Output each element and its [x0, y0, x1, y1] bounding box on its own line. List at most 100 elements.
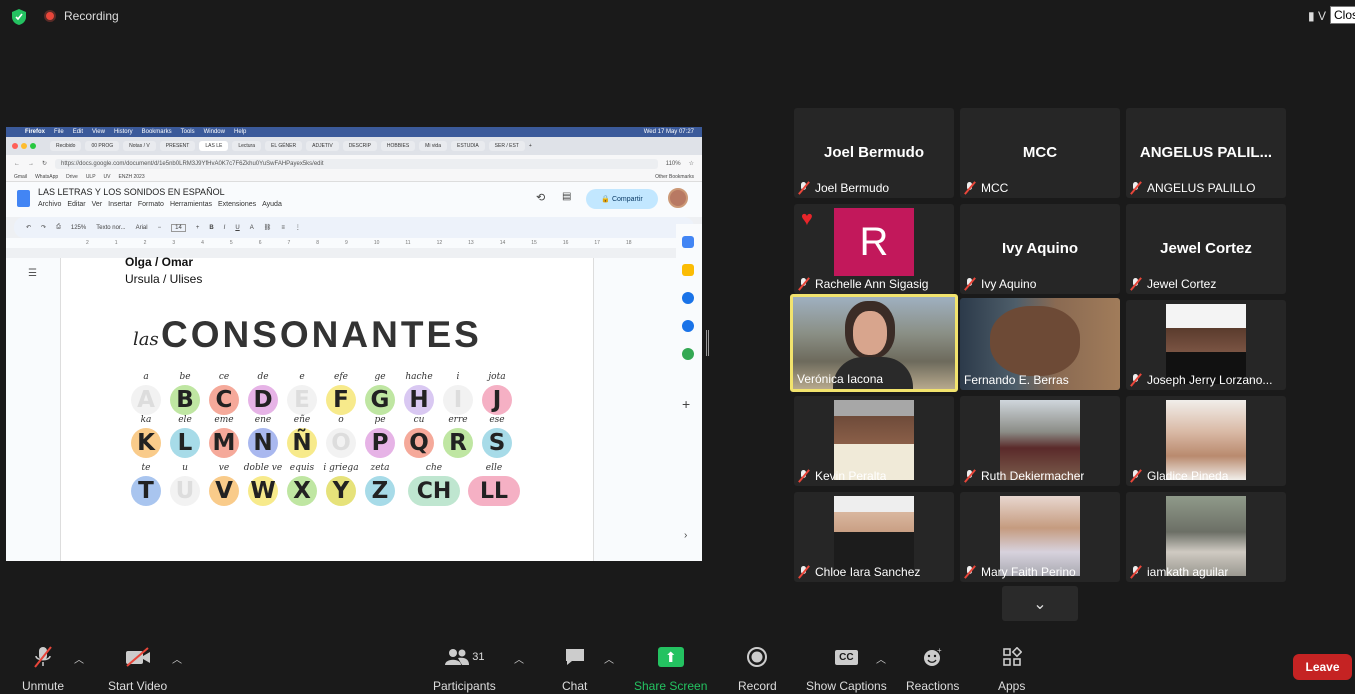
- view-icon: ▮: [1308, 9, 1315, 23]
- active-speaker-tile[interactable]: Verónica Iacona: [790, 294, 958, 392]
- letter-badge: G: [365, 385, 395, 415]
- participant-tile[interactable]: MCC MCC: [960, 108, 1120, 198]
- participant-big-name: ANGELUS PALIL...: [1139, 144, 1273, 161]
- participant-tile[interactable]: Joel Bermudo Joel Bermudo: [794, 108, 954, 198]
- forward-icon: →: [28, 160, 34, 167]
- doc-menu-item: Herramientas: [169, 201, 212, 208]
- doc-menu-item: Insertar: [108, 201, 132, 208]
- font-size-minus-icon: −: [157, 224, 162, 231]
- next-page-button[interactable]: ⌄: [1002, 586, 1078, 621]
- start-video-button[interactable]: Start Video: [108, 644, 167, 693]
- participant-tile[interactable]: Ivy Aquino Ivy Aquino: [960, 204, 1120, 294]
- participant-name: iamkath aguilar: [1147, 565, 1229, 579]
- participant-big-name: MCC: [1022, 144, 1058, 161]
- letter-name: jota: [488, 372, 506, 382]
- participant-tile[interactable]: iamkath aguilar: [1126, 492, 1286, 582]
- participant-tile[interactable]: R Rachelle Ann Sigasig: [794, 204, 954, 294]
- participant-name: Gladice Pineda: [1147, 469, 1229, 483]
- chat-options-caret-icon[interactable]: ︿: [604, 651, 614, 666]
- calendar-icon: [682, 236, 694, 248]
- tasks-icon: [682, 292, 694, 304]
- doc-toolbar: ↶ ↷ ⎙ 125% Texto nor... Arial − 14 + B I…: [14, 217, 694, 238]
- docs-share-button: 🔒 Compartir: [586, 189, 658, 209]
- doc-line: Olga / Omar: [125, 255, 194, 269]
- letter-badge: D: [248, 385, 278, 415]
- participant-tile[interactable]: Mary Faith Perino: [960, 492, 1120, 582]
- nameplate: MCC: [964, 181, 1008, 195]
- apps-icon: [1002, 644, 1022, 670]
- participant-tile[interactable]: Ruth Dekiermacher: [960, 396, 1120, 486]
- muted-mic-icon: [1130, 565, 1142, 579]
- split-divider-handle[interactable]: [706, 330, 709, 356]
- unmute-button[interactable]: Unmute: [22, 644, 64, 693]
- letter-badge: X: [287, 476, 317, 506]
- nameplate: Ivy Aquino: [964, 277, 1036, 291]
- participant-name: Rachelle Ann Sigasig: [815, 277, 929, 291]
- participant-tile[interactable]: Chloe Iara Sanchez: [794, 492, 954, 582]
- view-button[interactable]: ▮ V: [1308, 9, 1326, 23]
- participant-name: Joseph Jerry Lorzano...: [1147, 373, 1273, 387]
- apps-label: Apps: [998, 679, 1026, 693]
- record-button[interactable]: Record: [738, 644, 777, 693]
- participant-tile[interactable]: Fernando E. Berras: [960, 298, 1120, 390]
- reactions-button[interactable]: + Reactions: [906, 644, 959, 693]
- ruler-number: 14: [499, 240, 506, 246]
- google-docs-icon: [17, 190, 30, 207]
- participants-options-caret-icon[interactable]: ︿: [514, 651, 524, 666]
- chat-button[interactable]: Chat: [562, 644, 587, 693]
- share-screen-button[interactable]: ⬆ Share Screen: [634, 644, 707, 693]
- muted-mic-icon: [798, 565, 810, 579]
- participant-name: MCC: [981, 181, 1009, 195]
- participant-big-name: Ivy Aquino: [1001, 240, 1079, 257]
- participant-tile[interactable]: Kevin Peralta: [794, 396, 954, 486]
- muted-mic-icon: [32, 644, 54, 670]
- heart-reaction-icon: ♥: [801, 208, 813, 230]
- chevron-down-icon: ⌄: [1033, 595, 1047, 613]
- bookmark: Gmail: [14, 173, 28, 180]
- participant-video: [1166, 304, 1246, 384]
- zoom-dot-icon: [30, 143, 36, 149]
- participant-tile[interactable]: Gladice Pineda: [1126, 396, 1286, 486]
- unmute-label: Unmute: [22, 679, 65, 693]
- history-icon: ⟲: [536, 192, 546, 204]
- document-area: ☰ Olga / Omar Ursula / Ulises las CONSON…: [6, 255, 676, 561]
- participants-button[interactable]: 31 Participants: [433, 644, 496, 693]
- nameplate: Verónica Iacona: [797, 372, 883, 386]
- view-label: V: [1317, 9, 1326, 23]
- ruler: 2 1 2 3 4 5 6 7 8 9 10 11 12 13 14 15 16…: [6, 238, 702, 248]
- browser-tab: SER / EST: [488, 141, 525, 151]
- comment-icon: ▤: [562, 191, 572, 202]
- mac-menu-item: Tools: [180, 129, 195, 135]
- browser-tab-active: LAS LE: [199, 141, 229, 151]
- record-icon: [746, 644, 768, 670]
- ruler-number: 2: [86, 240, 89, 246]
- video-options-caret-icon[interactable]: ︿: [172, 651, 182, 666]
- participant-name: Kevin Peralta: [815, 469, 887, 483]
- expand-rail-icon: ›: [684, 530, 688, 541]
- participant-tile[interactable]: ANGELUS PALIL... ANGELUS PALILLO: [1126, 108, 1286, 198]
- nameplate: Kevin Peralta: [798, 469, 886, 483]
- more-icon: ⋮: [294, 225, 301, 231]
- top-bar: Recording ▮ V Clos: [0, 0, 1355, 32]
- doc-menu-item: Editar: [67, 201, 86, 208]
- participants-count: 31: [472, 651, 485, 663]
- link-icon: ⛓: [263, 225, 272, 231]
- font-select: Arial: [135, 224, 148, 231]
- participant-tile[interactable]: Joseph Jerry Lorzano...: [1126, 300, 1286, 390]
- leave-button[interactable]: Leave: [1293, 654, 1352, 680]
- consonants-title: CONSONANTES: [161, 314, 482, 355]
- mac-clock: Wed 17 May 07:27: [643, 129, 694, 135]
- participant-tile[interactable]: Jewel Cortez Jewel Cortez: [1126, 204, 1286, 294]
- captions-options-caret-icon[interactable]: ︿: [876, 651, 886, 666]
- shield-icon[interactable]: [12, 9, 26, 25]
- shared-screen[interactable]: Firefox File Edit View History Bookmarks…: [6, 127, 702, 561]
- browser-tabs: Recibido 00 PROG Notas / V PRESENT LAS L…: [6, 137, 702, 155]
- nameplate: Joseph Jerry Lorzano...: [1130, 373, 1272, 387]
- participant-name: ANGELUS PALILLO: [1147, 181, 1256, 195]
- browser-tab: ADJETIV: [306, 141, 339, 151]
- add-addon-icon: +: [682, 396, 691, 412]
- show-captions-button[interactable]: CC Show Captions: [806, 644, 887, 693]
- text-color-icon: A: [249, 224, 254, 231]
- audio-options-caret-icon[interactable]: ︿: [74, 651, 84, 666]
- apps-button[interactable]: Apps: [998, 644, 1025, 693]
